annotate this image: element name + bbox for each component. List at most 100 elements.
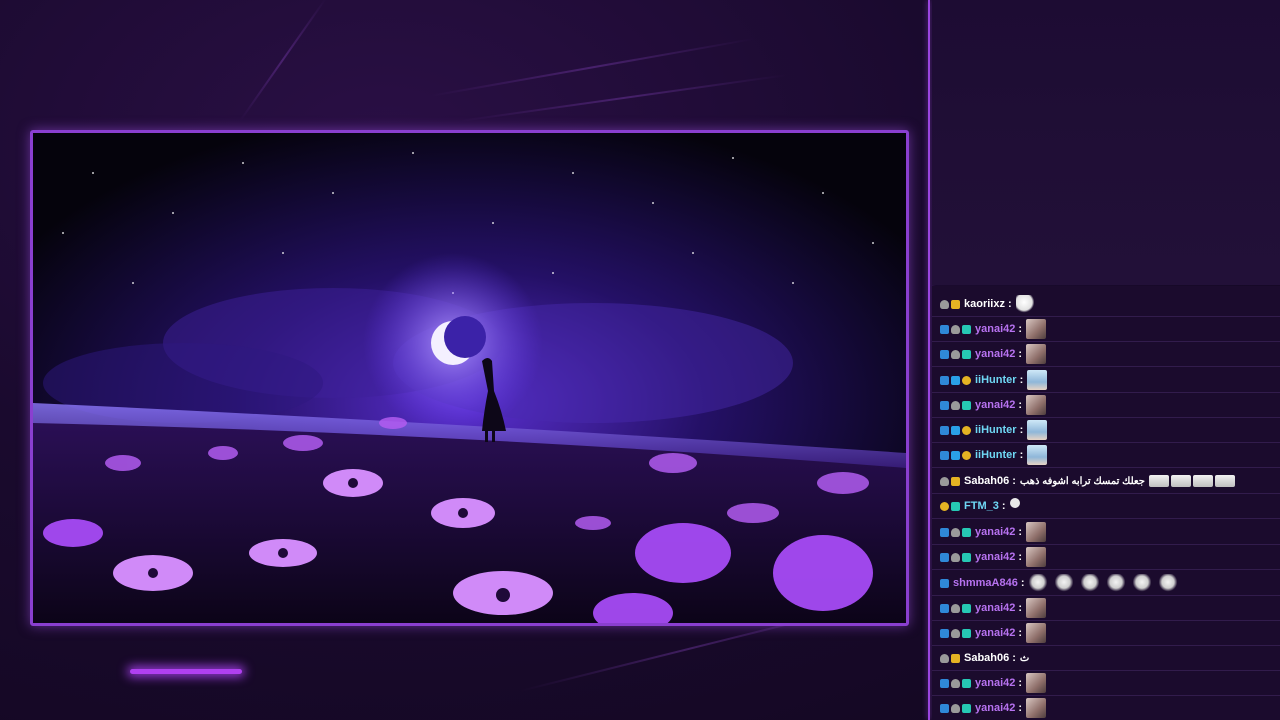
- prime-badge-icon: [940, 603, 949, 613]
- chat-message: Sabah06: جعلك تمسك ترابه اشوفه ذهب: [932, 469, 1280, 494]
- chat-separator: :: [1018, 677, 1023, 689]
- grey-badge-icon: [951, 703, 960, 713]
- sub-badge-icon: [962, 400, 971, 410]
- chat-message: yanai42:: [932, 545, 1280, 570]
- chat-badges: [940, 349, 971, 359]
- crown-badge-icon: [951, 299, 960, 309]
- ghost-emote-icon: [1015, 295, 1034, 313]
- cat-emote-icon: [1026, 547, 1047, 567]
- sub-badge-icon: [962, 678, 971, 688]
- chat-badges: [940, 703, 971, 713]
- sub-badge-icon: [962, 628, 971, 638]
- chat-separator: :: [1018, 627, 1023, 639]
- chat-badges: [940, 552, 971, 562]
- grey-badge-icon: [951, 628, 960, 638]
- chat-message: yanai42:: [932, 520, 1280, 545]
- chat-separator: :: [1019, 424, 1024, 436]
- chat-username[interactable]: iiHunter: [975, 449, 1017, 461]
- chat-username[interactable]: yanai42: [975, 702, 1015, 714]
- chat-message: yanai42:: [932, 393, 1280, 418]
- sub-badge-icon: [962, 703, 971, 713]
- prime-badge-icon: [940, 628, 949, 638]
- chat-username[interactable]: yanai42: [975, 348, 1015, 360]
- chat-username[interactable]: yanai42: [975, 627, 1015, 639]
- chat-badges: [940, 324, 971, 334]
- cat-emote-icon: [1026, 673, 1047, 693]
- chat-badges: [940, 476, 960, 486]
- cat-emote-icon: [1026, 598, 1047, 618]
- grey-badge-icon: [951, 527, 960, 537]
- chat-message: FTM_3:: [932, 494, 1280, 519]
- sub-badge-icon: [962, 527, 971, 537]
- chat-username[interactable]: yanai42: [975, 526, 1015, 538]
- bars-emote-icon: [1148, 475, 1169, 487]
- chat-separator: :: [1019, 374, 1024, 386]
- prime-badge-icon: [940, 425, 949, 435]
- chat-username[interactable]: yanai42: [975, 323, 1015, 335]
- chat-separator: :: [1018, 702, 1023, 714]
- chat-username[interactable]: iiHunter: [975, 424, 1017, 436]
- chat-username[interactable]: FTM_3: [964, 500, 999, 512]
- chat-username[interactable]: Sabah06: [964, 652, 1009, 664]
- chat-separator: :: [1007, 298, 1012, 310]
- sub-badge-icon: [962, 603, 971, 613]
- grey-badge-icon: [951, 324, 960, 334]
- cube-badge-icon: [951, 450, 960, 460]
- chat-message: shmmaA846:: [932, 571, 1280, 596]
- anime-emote-icon: [1027, 370, 1048, 390]
- grey-badge-icon: [940, 476, 949, 486]
- chat-username[interactable]: yanai42: [975, 551, 1015, 563]
- chat-badges: [940, 501, 960, 511]
- glow-accent-bar: [130, 669, 242, 674]
- grey-badge-icon: [951, 603, 960, 613]
- bars-emote-icon: [1214, 475, 1235, 487]
- cat-emote-icon: [1026, 522, 1047, 542]
- chat-message: yanai42:: [932, 342, 1280, 367]
- chat-panel: kaoriixz: yanai42: yanai42: iiHunter: yanai4…: [932, 286, 1280, 720]
- bars-emote-icon: [1192, 475, 1213, 487]
- chat-username[interactable]: yanai42: [975, 399, 1015, 411]
- prime-badge-icon: [940, 375, 949, 385]
- cat-emote-icon: [1026, 344, 1047, 364]
- bits-badge-icon: [962, 375, 971, 385]
- sidebar-divider: [928, 0, 930, 720]
- chat-username[interactable]: shmmaA846: [953, 577, 1018, 589]
- cube-badge-icon: [951, 425, 960, 435]
- chat-separator: :: [1018, 323, 1023, 335]
- chat-separator: :: [1018, 602, 1023, 614]
- chat-badges: [940, 628, 971, 638]
- bits-badge-icon: [962, 450, 971, 460]
- chat-message: iiHunter:: [932, 368, 1280, 393]
- prime-badge-icon: [940, 324, 949, 334]
- chat-separator: :: [1012, 652, 1016, 664]
- cube-badge-icon: [951, 375, 960, 385]
- grey-badge-icon: [951, 552, 960, 562]
- chat-badges: [940, 299, 960, 309]
- prime-badge-icon: [940, 400, 949, 410]
- chat-separator: :: [1018, 399, 1023, 411]
- chat-separator: :: [1001, 500, 1006, 512]
- chat-message: kaoriixz:: [932, 292, 1280, 317]
- chat-message: yanai42:: [932, 671, 1280, 696]
- chat-badges: [940, 375, 971, 385]
- chat-badges: [940, 450, 971, 460]
- sketch-emote-icon: [1028, 574, 1047, 592]
- chat-username[interactable]: Sabah06: [964, 475, 1009, 487]
- chat-badges: [940, 400, 971, 410]
- prime-badge-icon: [940, 450, 949, 460]
- small-emote-icon: [1009, 498, 1020, 508]
- chat-username[interactable]: yanai42: [975, 602, 1015, 614]
- chat-message-text: ث: [1019, 652, 1030, 664]
- bars-emote-icon: [1170, 475, 1191, 487]
- chat-username[interactable]: kaoriixz: [964, 298, 1005, 310]
- chat-username[interactable]: yanai42: [975, 677, 1015, 689]
- sketch-emote-icon: [1106, 574, 1125, 592]
- chat-separator: :: [1018, 526, 1023, 538]
- chat-badges: [940, 653, 960, 663]
- decorative-line: [239, 0, 327, 122]
- prime-badge-icon: [940, 703, 949, 713]
- chat-badges: [940, 425, 971, 435]
- chat-username[interactable]: iiHunter: [975, 374, 1017, 386]
- crown-badge-icon: [951, 476, 960, 486]
- sub-badge-icon: [962, 349, 971, 359]
